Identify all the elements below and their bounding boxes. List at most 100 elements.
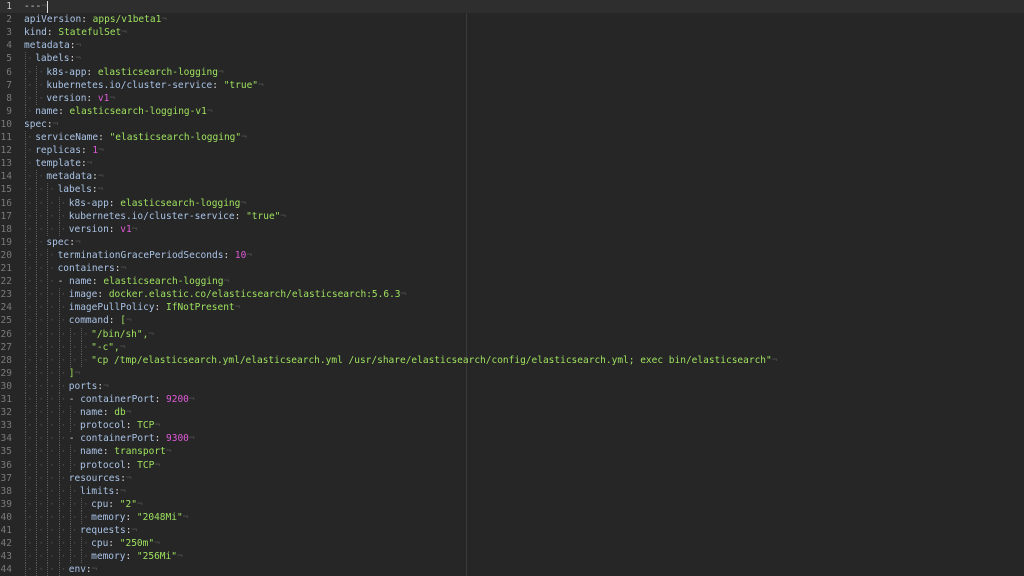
code-line[interactable]: 13 template:¬ <box>0 157 1024 171</box>
eol-marker: ¬ <box>119 341 126 353</box>
eol-marker: ¬ <box>165 446 172 458</box>
yaml-punct: : <box>86 66 98 78</box>
code-line[interactable]: 1 ---¬ <box>0 0 1024 14</box>
code-line[interactable]: 20 terminationGracePeriodSeconds: 10¬ <box>0 248 1024 262</box>
eol-marker: ¬ <box>98 145 104 157</box>
code-line[interactable]: 12 replicas: 1¬ <box>0 144 1024 158</box>
code-line[interactable]: 34 - containerPort: 9300¬ <box>0 432 1024 446</box>
code-line[interactable]: 5 labels:¬ <box>0 52 1024 66</box>
line-content: spec:¬ <box>24 235 81 249</box>
code-line[interactable]: 21 containers:¬ <box>0 262 1024 276</box>
indent-guide <box>35 445 46 459</box>
code-line[interactable]: 41 requests:¬ <box>0 524 1024 538</box>
line-number: 27 <box>0 341 12 353</box>
yaml-string: IfNotPresent <box>166 302 235 314</box>
code-line[interactable]: 9 name: elasticsearch-logging-v1¬ <box>0 104 1024 118</box>
indent-guide <box>35 235 46 249</box>
code-line[interactable]: 10 spec:¬ <box>0 118 1024 131</box>
indent-guide <box>46 471 57 485</box>
eol-marker: ¬ <box>154 459 161 471</box>
line-number: 42 <box>0 538 12 550</box>
eol-marker: ¬ <box>148 328 155 340</box>
code-line[interactable]: 35 name: transport¬ <box>0 445 1024 459</box>
code-line[interactable]: 43 memory: "256Mi"¬ <box>0 550 1024 564</box>
code-line[interactable]: 23 image: docker.elastic.co/elasticsearch… <box>0 288 1024 302</box>
code-line[interactable]: 31 - containerPort: 9200¬ <box>0 393 1024 407</box>
code-line[interactable]: 38 limits:¬ <box>0 484 1024 498</box>
code-line[interactable]: 22 - name: elasticsearch-logging¬ <box>0 275 1024 289</box>
eol-marker: ¬ <box>103 380 109 392</box>
code-line[interactable]: 39 cpu: "2"¬ <box>0 497 1024 511</box>
code-editor[interactable]: 1 ---¬ 2 apiVersion: apps/v1beta1¬ 3 kind: St… <box>0 0 1024 576</box>
line-content: version: v1¬ <box>24 91 115 105</box>
indent-guide <box>58 537 69 551</box>
yaml-key: name <box>79 407 103 419</box>
indent-guide <box>58 510 69 524</box>
indent-guide <box>35 563 46 576</box>
code-line[interactable]: 17 kubernetes.io/cluster-service: "true"¬ <box>0 209 1024 223</box>
code-line[interactable]: 44 env:¬ <box>0 563 1024 576</box>
code-line[interactable]: 8 version: v1¬ <box>0 91 1024 105</box>
eol-marker: ¬ <box>136 498 143 510</box>
code-line[interactable]: 7 kubernetes.io/cluster-service: "true"¬ <box>0 78 1024 92</box>
line-number: 22 <box>0 276 12 288</box>
code-line[interactable]: 37 resources:¬ <box>0 471 1024 485</box>
code-line[interactable]: 6 k8s-app: elasticsearch-logging¬ <box>0 65 1024 79</box>
line-number: 10 <box>0 118 12 130</box>
code-line[interactable]: 36 protocol: TCP¬ <box>0 458 1024 472</box>
yaml-string: elasticsearch-logging <box>103 276 224 288</box>
indent-guide <box>58 406 69 420</box>
code-line[interactable]: 30 ports:¬ <box>0 379 1024 393</box>
code-line[interactable]: 11 serviceName: "elasticsearch-logging"¬ <box>0 131 1024 145</box>
eol-marker: ¬ <box>161 14 168 26</box>
line-number: 39 <box>0 498 12 510</box>
yaml-punct: - <box>57 276 70 288</box>
indent-guide <box>24 235 35 249</box>
code-line[interactable]: 4 metadata:¬ <box>0 39 1024 52</box>
line-content: limits:¬ <box>24 484 126 498</box>
indent-guide <box>35 458 46 472</box>
code-line[interactable]: 24 imagePullPolicy: IfNotPresent¬ <box>0 301 1024 315</box>
eol-marker: ¬ <box>223 276 230 288</box>
code-line[interactable]: 27 "-c",¬ <box>0 340 1024 354</box>
code-line[interactable]: 26 "/bin/sh",¬ <box>0 327 1024 341</box>
yaml-key: labels <box>57 184 92 196</box>
code-line[interactable]: 32 name: db¬ <box>0 406 1024 420</box>
code-line[interactable]: 28 "cp /tmp/elasticsearch.yml/elasticsear… <box>0 353 1024 367</box>
indent-guide <box>35 314 46 328</box>
yaml-string: TCP <box>137 459 155 471</box>
yaml-key: spec <box>46 236 70 248</box>
code-line[interactable]: 2 apiVersion: apps/v1beta1¬ <box>0 13 1024 26</box>
code-line[interactable]: 29]¬ <box>0 366 1024 380</box>
code-line[interactable]: 15 labels:¬ <box>0 183 1024 197</box>
yaml-key: kind <box>24 27 47 39</box>
code-line[interactable]: 42 cpu: "250m"¬ <box>0 537 1024 551</box>
code-line[interactable]: 3 kind: StatefulSet¬ <box>0 26 1024 39</box>
indent-guide <box>58 563 69 576</box>
indent-guide <box>35 510 46 524</box>
line-number: 13 <box>0 158 12 170</box>
code-line[interactable]: 25 command: [¬ <box>0 314 1024 328</box>
code-line[interactable]: 16 k8s-app: elasticsearch-logging¬ <box>0 196 1024 210</box>
indent-guide <box>46 393 57 407</box>
eol-marker: ¬ <box>97 184 104 196</box>
line-content: "/bin/sh",¬ <box>24 327 155 341</box>
indent-guide <box>24 65 35 79</box>
yaml-punct: : <box>223 249 235 261</box>
code-line[interactable]: 14 metadata:¬ <box>0 170 1024 184</box>
code-line[interactable]: 19 spec:¬ <box>0 235 1024 249</box>
code-line[interactable]: 40 memory: "2048Mi"¬ <box>0 510 1024 524</box>
code-line[interactable]: 18 version: v1¬ <box>0 222 1024 236</box>
indent-guide <box>46 458 57 472</box>
indent-guide <box>35 209 46 223</box>
line-content: labels:¬ <box>24 183 104 197</box>
code-line[interactable]: 33 protocol: TCP¬ <box>0 419 1024 433</box>
indent-guide <box>69 445 80 459</box>
indent-guide <box>24 340 35 354</box>
indent-guide <box>46 353 57 367</box>
indent-guide <box>35 484 46 498</box>
yaml-punct: : <box>125 551 137 563</box>
indent-guide <box>24 393 35 407</box>
yaml-key: image <box>68 289 98 301</box>
yaml-key: imagePullPolicy <box>68 302 155 314</box>
